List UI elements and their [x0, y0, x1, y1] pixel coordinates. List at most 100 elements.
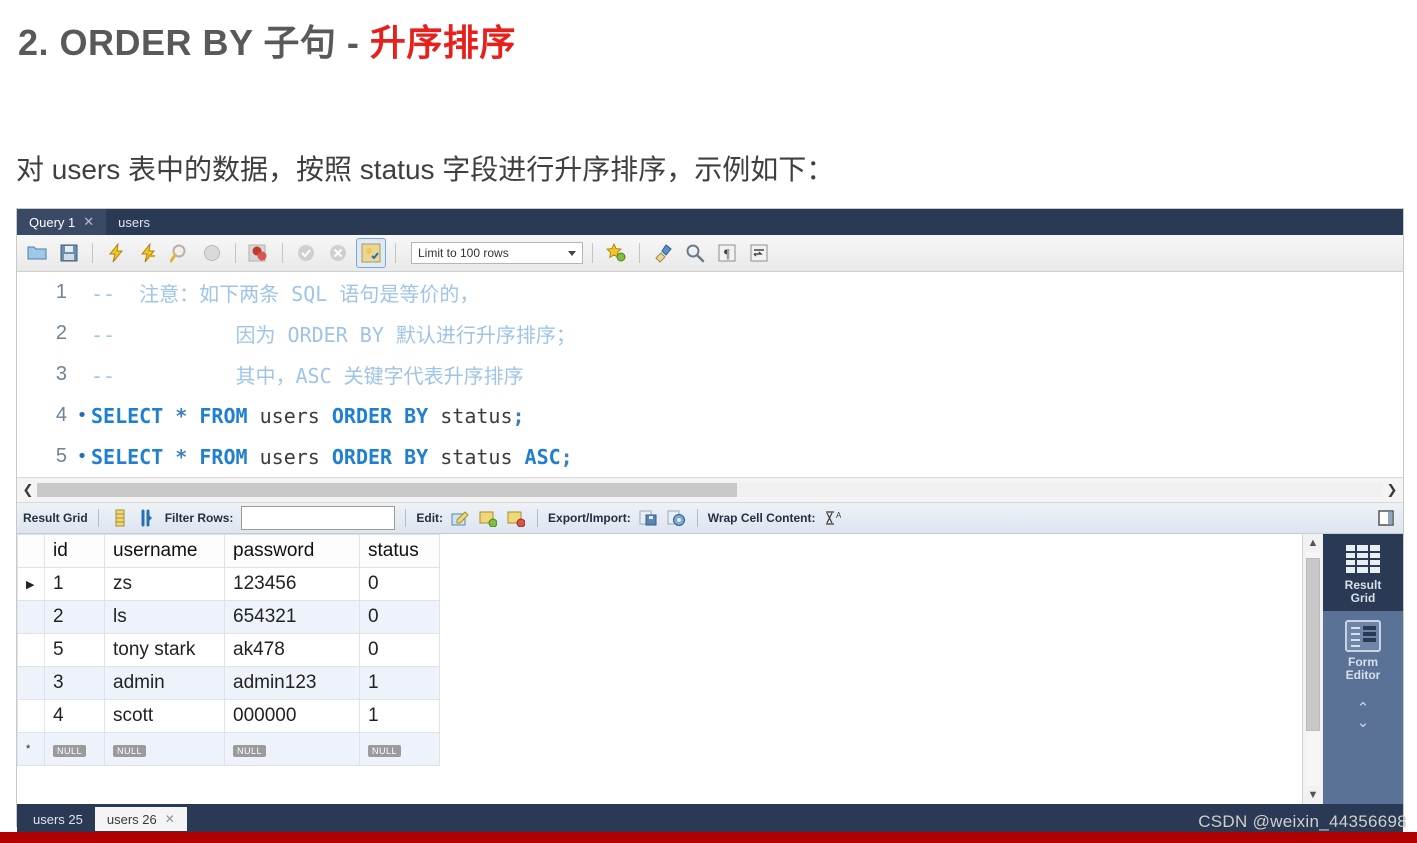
delete-row-icon[interactable]: [505, 508, 527, 528]
cell-username[interactable]: ls: [104, 600, 225, 634]
scroll-thumb[interactable]: [1306, 558, 1320, 732]
explain-query-icon[interactable]: [166, 239, 194, 267]
result-tab-users-25[interactable]: users 25: [21, 807, 95, 831]
page-title-main: 2. ORDER BY 子句 -: [18, 22, 370, 63]
tab-query-1[interactable]: Query 1 ✕: [17, 209, 107, 235]
row-marker: [17, 699, 45, 733]
page-title: 2. ORDER BY 子句 - 升序排序: [18, 14, 516, 66]
column-header-id[interactable]: id: [44, 534, 105, 568]
code-comment: -- 注意：如下两条 SQL 语句是等价的，: [91, 282, 480, 306]
refresh-icon[interactable]: [137, 508, 159, 528]
cell-id[interactable]: 1: [44, 567, 105, 601]
wrap-lines-icon[interactable]: [745, 239, 773, 267]
tab-users[interactable]: users: [106, 209, 162, 235]
cell-password[interactable]: 123456: [224, 567, 360, 601]
cell-id[interactable]: 2: [44, 600, 105, 634]
stop-query-icon[interactable]: [198, 239, 226, 267]
table-row[interactable]: 5 tony stark ak478 0: [17, 633, 440, 667]
cell-status[interactable]: 1: [359, 699, 440, 733]
sidebar-label-line1: Result: [1344, 578, 1382, 592]
chevron-down-icon[interactable]: ⌄: [1357, 715, 1370, 730]
find-icon[interactable]: [681, 239, 709, 267]
line-number: 2: [55, 322, 67, 344]
cell-status[interactable]: 1: [359, 666, 440, 700]
table-row[interactable]: ▶ 1 zs 123456 0: [17, 567, 440, 601]
cell-username[interactable]: zs: [104, 567, 225, 601]
cell-username[interactable]: admin: [104, 666, 225, 700]
beautify-query-icon[interactable]: [649, 239, 677, 267]
result-view-sidebar: Result Grid Form Editor ⌃ ⌄: [1323, 534, 1403, 804]
cell-id[interactable]: 5: [44, 633, 105, 667]
cell-id[interactable]: 3: [44, 666, 105, 700]
scroll-track[interactable]: [37, 483, 1383, 497]
grid-columns-icon[interactable]: [109, 508, 131, 528]
cell-username[interactable]: scott: [104, 699, 225, 733]
sql-editor[interactable]: 1 -- 注意：如下两条 SQL 语句是等价的， 2 -- 因为 ORDER B…: [17, 272, 1403, 477]
insert-row-icon[interactable]: [477, 508, 499, 528]
cell-status[interactable]: 0: [359, 600, 440, 634]
close-icon[interactable]: ✕: [165, 812, 175, 826]
toggle-panel-icon[interactable]: [1375, 508, 1397, 528]
wrap-cell-content-icon[interactable]: A: [821, 508, 843, 528]
scroll-down-icon[interactable]: ▼: [1308, 786, 1319, 804]
new-row-placeholder[interactable]: * NULL NULL NULL NULL: [17, 732, 440, 766]
panel-scroll-arrows[interactable]: ⌃ ⌄: [1357, 701, 1370, 730]
execute-current-statement-icon[interactable]: [134, 239, 162, 267]
column-header-status[interactable]: status: [359, 534, 440, 568]
close-icon[interactable]: ✕: [83, 214, 94, 230]
import-recordset-icon[interactable]: [665, 508, 687, 528]
rollback-icon[interactable]: [324, 239, 352, 267]
result-grid-toolbar: Result Grid Filter Rows: Edit: Export/Im…: [17, 503, 1403, 534]
cell-password[interactable]: admin123: [224, 666, 360, 700]
scroll-track[interactable]: [1306, 552, 1320, 786]
edit-label: Edit:: [416, 511, 444, 525]
commit-icon[interactable]: [292, 239, 320, 267]
cell-password-null[interactable]: NULL: [224, 732, 360, 766]
column-header-password[interactable]: password: [224, 534, 360, 568]
autocommit-icon[interactable]: [356, 238, 386, 268]
edit-row-icon[interactable]: [449, 508, 471, 528]
cell-password[interactable]: 000000: [224, 699, 360, 733]
cell-status-null[interactable]: NULL: [359, 732, 440, 766]
scroll-right-icon[interactable]: ❯: [1383, 482, 1401, 498]
statement-marker: •: [76, 446, 88, 467]
cell-id-null[interactable]: NULL: [44, 732, 105, 766]
result-tab-users-26[interactable]: users 26 ✕: [94, 807, 187, 831]
result-tab-users-25-label: users 25: [33, 811, 83, 827]
snippets-icon[interactable]: [602, 239, 630, 267]
cell-status[interactable]: 0: [359, 567, 440, 601]
chevron-down-icon[interactable]: [568, 250, 576, 256]
sql-keyword: SELECT: [91, 444, 164, 469]
toggle-invisible-chars-icon[interactable]: ¶: [713, 239, 741, 267]
save-file-icon[interactable]: [55, 239, 83, 267]
table-row[interactable]: 4 scott 000000 1: [17, 699, 440, 733]
export-recordset-icon[interactable]: [637, 508, 659, 528]
table-row[interactable]: 2 ls 654321 0: [17, 600, 440, 634]
execute-icon[interactable]: [102, 239, 130, 267]
sidebar-label-line2: Editor: [1345, 668, 1381, 682]
result-grid-area: id username password status ▶ 1 zs 12345…: [17, 534, 1403, 804]
cell-id[interactable]: 4: [44, 699, 105, 733]
cell-password[interactable]: 654321: [224, 600, 360, 634]
scroll-thumb[interactable]: [37, 483, 737, 497]
column-header-username[interactable]: username: [104, 534, 225, 568]
result-grid-viewport[interactable]: id username password status ▶ 1 zs 12345…: [17, 534, 1302, 804]
editor-tab-strip: Query 1 ✕ users: [17, 209, 1403, 235]
mysql-workbench-window: Query 1 ✕ users Limit to 100 rows ¶ 1 --…: [16, 208, 1404, 834]
sidebar-item-form-editor[interactable]: Form Editor: [1323, 611, 1403, 688]
editor-horizontal-scrollbar[interactable]: ❮ ❯: [17, 477, 1403, 503]
toggle-query-stop-icon[interactable]: [245, 239, 273, 267]
cell-username-null[interactable]: NULL: [104, 732, 225, 766]
cell-username[interactable]: tony stark: [104, 633, 225, 667]
sidebar-item-result-grid[interactable]: Result Grid: [1323, 534, 1403, 611]
scroll-up-icon[interactable]: ▲: [1308, 534, 1319, 552]
result-grid-vertical-scrollbar[interactable]: ▲ ▼: [1302, 534, 1323, 804]
cell-status[interactable]: 0: [359, 633, 440, 667]
filter-rows-input[interactable]: [241, 506, 396, 530]
result-grid-label: Result Grid: [23, 511, 88, 525]
row-limit-select[interactable]: Limit to 100 rows: [411, 242, 583, 264]
cell-password[interactable]: ak478: [224, 633, 360, 667]
table-row[interactable]: 3 admin admin123 1: [17, 666, 440, 700]
open-file-icon[interactable]: [23, 239, 51, 267]
scroll-left-icon[interactable]: ❮: [19, 482, 37, 498]
